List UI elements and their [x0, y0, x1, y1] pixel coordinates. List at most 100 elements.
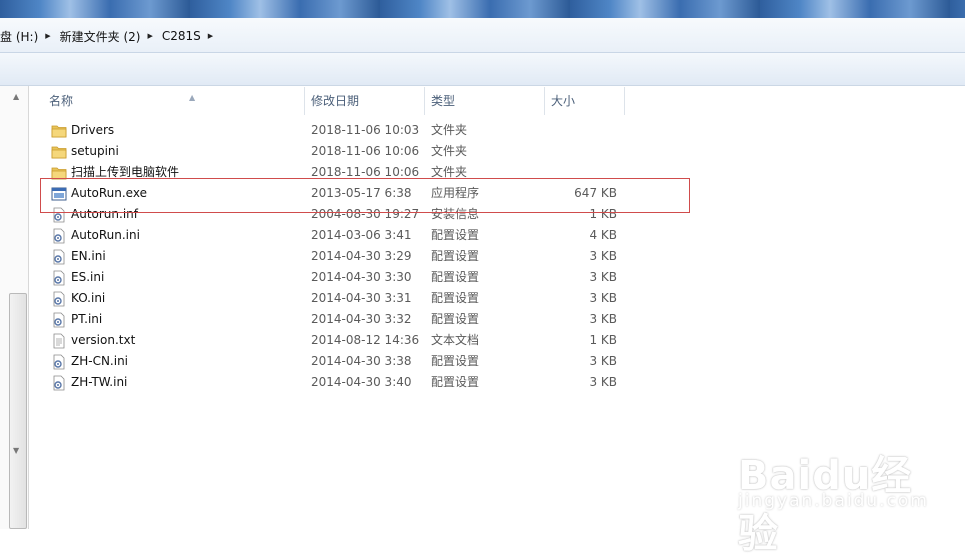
- file-name: Drivers: [71, 123, 115, 137]
- settings-file-icon: [51, 375, 67, 391]
- watermark-url: jingyan.baidu.com: [738, 491, 929, 511]
- file-row[interactable]: ES.ini 2014-04-30 3:30 配置设置 3 KB: [48, 267, 648, 288]
- file-type: 配置设置: [431, 312, 480, 326]
- file-date: 2018-11-06 10:03: [311, 123, 420, 137]
- settings-file-icon-graphic: [53, 270, 65, 286]
- file-type: 文件夹: [431, 123, 468, 137]
- sort-ascending-icon: ▲: [189, 93, 196, 102]
- file-name: AutoRun.exe: [71, 186, 147, 200]
- watermark-brand: Baidu经验: [738, 453, 913, 557]
- scroll-down-arrow-icon[interactable]: ▼: [13, 446, 19, 455]
- file-type: 配置设置: [431, 354, 480, 368]
- settings-file-icon-graphic: [53, 207, 65, 223]
- file-row[interactable]: ZH-TW.ini 2014-04-30 3:40 配置设置 3 KB: [48, 372, 648, 393]
- file-size: 3 KB: [589, 249, 617, 263]
- file-size: 4 KB: [589, 228, 617, 242]
- file-type: 文本文档: [431, 333, 480, 347]
- file-row[interactable]: setupini 2018-11-06 10:06 文件夹: [48, 141, 648, 162]
- file-name: 扫描上传到电脑软件: [71, 165, 180, 179]
- file-row[interactable]: ZH-CN.ini 2014-04-30 3:38 配置设置 3 KB: [48, 351, 648, 372]
- settings-file-icon-graphic: [53, 354, 65, 370]
- file-name: EN.ini: [71, 249, 106, 263]
- file-name: version.txt: [71, 333, 136, 347]
- file-row[interactable]: version.txt 2014-08-12 14:36 文本文档 1 KB: [48, 330, 648, 351]
- file-row[interactable]: EN.ini 2014-04-30 3:29 配置设置 3 KB: [48, 246, 648, 267]
- folder-icon-graphic: [51, 146, 67, 159]
- file-type: 安装信息: [431, 207, 480, 221]
- column-header-type-label: 类型: [431, 94, 456, 108]
- taskbar-strip: [0, 0, 965, 18]
- column-header-size[interactable]: 大小: [545, 87, 625, 115]
- file-type: 配置设置: [431, 228, 480, 242]
- application-icon-graphic: [51, 187, 67, 201]
- file-size: 3 KB: [589, 354, 617, 368]
- file-size: [551, 141, 617, 162]
- settings-file-icon: [51, 312, 67, 328]
- settings-file-icon: [51, 270, 67, 286]
- file-size: [551, 120, 617, 141]
- column-header-row: 名称 ▲ 修改日期 类型 大小: [29, 87, 965, 115]
- folder-icon: [51, 123, 67, 139]
- file-name: setupini: [71, 144, 119, 158]
- file-date: 2014-04-30 3:32: [311, 312, 412, 326]
- file-type: 文件夹: [431, 165, 468, 179]
- settings-file-icon-graphic: [53, 249, 65, 265]
- settings-file-icon-graphic: [53, 312, 65, 328]
- breadcrumb-item-current[interactable]: C281S: [162, 29, 201, 43]
- file-type: 配置设置: [431, 249, 480, 263]
- file-size: [551, 162, 617, 183]
- file-type: 文件夹: [431, 144, 468, 158]
- file-date: 2014-08-12 14:36: [311, 333, 420, 347]
- breadcrumb-item-drive[interactable]: 盘 (H:): [0, 28, 38, 45]
- file-size: 3 KB: [589, 375, 617, 389]
- file-name: ES.ini: [71, 270, 105, 284]
- file-size: 3 KB: [589, 270, 617, 284]
- file-row[interactable]: AutoRun.ini 2014-03-06 3:41 配置设置 4 KB: [48, 225, 648, 246]
- file-size: 1 KB: [589, 207, 617, 221]
- column-header-date-label: 修改日期: [311, 94, 360, 108]
- file-name: Autorun.inf: [71, 207, 138, 221]
- file-name: ZH-TW.ini: [71, 375, 128, 389]
- scroll-up-arrow-icon[interactable]: ▲: [13, 92, 19, 101]
- folder-icon-graphic: [51, 125, 67, 138]
- file-size: 647 KB: [574, 186, 617, 200]
- settings-file-icon: [51, 207, 67, 223]
- file-type: 配置设置: [431, 291, 480, 305]
- application-icon: [51, 186, 67, 202]
- column-header-name-label: 名称: [49, 94, 74, 108]
- file-row[interactable]: Drivers 2018-11-06 10:03 文件夹: [48, 120, 648, 141]
- navigation-scrollbar-thumb[interactable]: [9, 293, 27, 529]
- file-row[interactable]: PT.ini 2014-04-30 3:32 配置设置 3 KB: [48, 309, 648, 330]
- breadcrumb-chevron-icon[interactable]: ▶: [45, 32, 50, 40]
- folder-icon: [51, 165, 67, 181]
- file-size: 3 KB: [589, 291, 617, 305]
- baidu-jingyan-watermark: Baidu经验 jingyan.baidu.com: [738, 425, 948, 557]
- breadcrumb-chevron-icon[interactable]: ▶: [147, 32, 152, 40]
- file-size: 1 KB: [589, 333, 617, 347]
- file-row[interactable]: 扫描上传到电脑软件 2018-11-06 10:06 文件夹: [48, 162, 648, 183]
- file-type: 应用程序: [431, 186, 480, 200]
- file-size: 3 KB: [589, 312, 617, 326]
- file-type: 配置设置: [431, 375, 480, 389]
- file-name: ZH-CN.ini: [71, 354, 129, 368]
- settings-file-icon: [51, 228, 67, 244]
- file-row[interactable]: KO.ini 2014-04-30 3:31 配置设置 3 KB: [48, 288, 648, 309]
- column-header-type[interactable]: 类型: [425, 87, 545, 115]
- column-header-date[interactable]: 修改日期: [305, 87, 425, 115]
- file-name: PT.ini: [71, 312, 103, 326]
- file-date: 2014-04-30 3:31: [311, 291, 412, 305]
- file-date: 2014-04-30 3:38: [311, 354, 412, 368]
- address-bar[interactable]: 盘 (H:) ▶ 新建文件夹 (2) ▶ C281S ▶: [0, 18, 965, 53]
- breadcrumb-chevron-icon[interactable]: ▶: [208, 32, 213, 40]
- settings-file-icon: [51, 291, 67, 307]
- file-date: 2014-03-06 3:41: [311, 228, 412, 242]
- file-name: AutoRun.ini: [71, 228, 140, 242]
- breadcrumb-item-folder[interactable]: 新建文件夹 (2): [60, 28, 141, 45]
- file-type: 配置设置: [431, 270, 480, 284]
- column-header-name[interactable]: 名称 ▲: [49, 87, 305, 115]
- file-date: 2004-08-30 19:27: [311, 207, 420, 221]
- file-row[interactable]: Autorun.inf 2004-08-30 19:27 安装信息 1 KB: [48, 204, 648, 225]
- file-date: 2013-05-17 6:38: [311, 186, 412, 200]
- file-row[interactable]: AutoRun.exe 2013-05-17 6:38 应用程序 647 KB: [48, 183, 648, 204]
- file-date: 2014-04-30 3:40: [311, 375, 412, 389]
